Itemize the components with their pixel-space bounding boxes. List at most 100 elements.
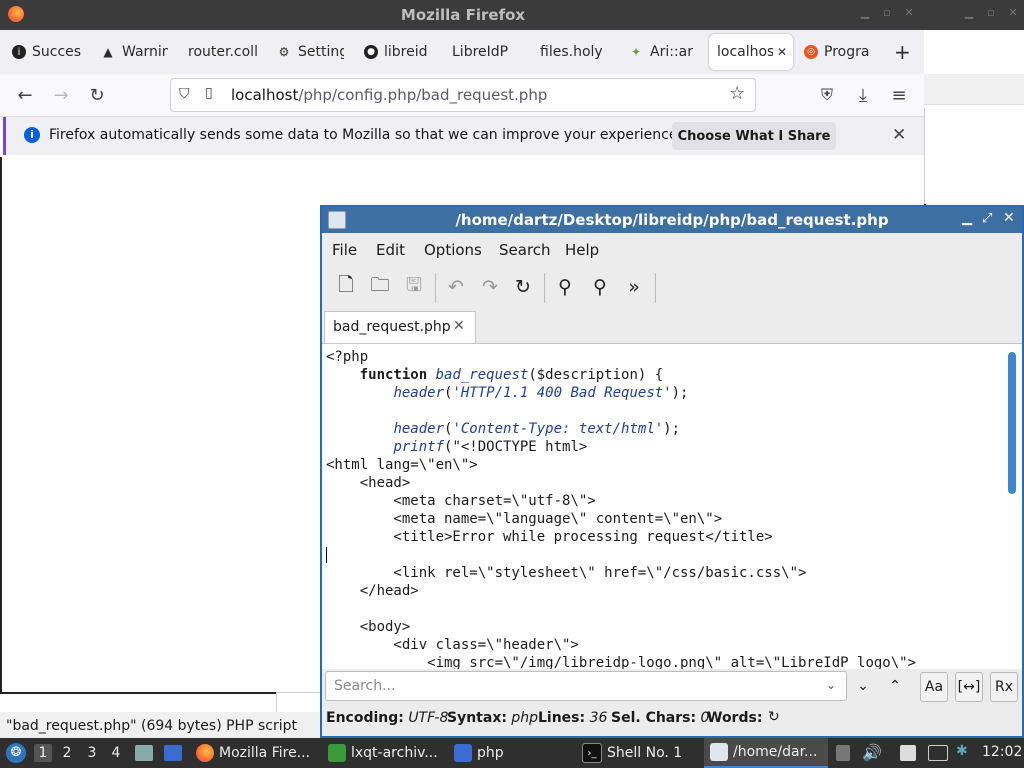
browser-tab-active[interactable]: localhos ✕ (709, 34, 793, 70)
code-line: </head> (326, 583, 419, 599)
save-icon[interactable]: 🖫 (400, 273, 428, 301)
taskbar-item-label: /home/dar... (733, 744, 818, 760)
downloads-icon[interactable]: ⤓ (850, 82, 876, 108)
minimize-icon[interactable]: ▁ (962, 6, 976, 20)
editor-titlebar: /home/dartz/Desktop/libreidp/php/bad_req… (322, 207, 1022, 233)
close-icon[interactable]: ✕ (1006, 6, 1020, 20)
tab-label: files.holy (540, 44, 603, 60)
taskbar-item[interactable]: php (454, 738, 504, 768)
open-folder-icon[interactable]: 🗀 (366, 273, 394, 301)
find-previous-icon[interactable]: ⌃ (882, 672, 908, 700)
browser-tab[interactable]: ✦ Ari::ar (628, 30, 696, 74)
taskbar-item-label: Shell No. 1 (607, 745, 683, 761)
browser-tab[interactable]: ● libreid (364, 30, 432, 74)
maximize-icon[interactable]: ▫ (880, 6, 894, 20)
close-notification-icon[interactable]: ✕ (892, 125, 906, 145)
find-icon[interactable]: ⚲ (551, 273, 579, 301)
desktop-3[interactable]: 3 (83, 744, 101, 762)
info-icon: i (24, 127, 40, 143)
new-tab-button[interactable]: + (894, 30, 914, 74)
code-line: <div class=\"header\"> (326, 637, 579, 653)
taskbar-item[interactable]: ›_ Shell No. 1 (582, 738, 682, 768)
toolbar-separator (435, 273, 436, 303)
desktop-2[interactable]: 2 (58, 744, 76, 762)
code-text[interactable]: <?php function bad_request($description)… (326, 348, 916, 669)
minimize-icon[interactable]: ▁ (858, 6, 872, 20)
choose-what-i-share-button[interactable]: Choose What I Share (672, 122, 836, 150)
menu-file[interactable]: File (332, 241, 357, 259)
browser-tab[interactable]: i Succes (12, 30, 82, 74)
terminal-icon: ›_ (582, 743, 602, 763)
search-input[interactable]: Search... ⌄ (325, 671, 847, 701)
notes-icon[interactable] (900, 745, 916, 761)
ubuntu-icon: ◎ (804, 45, 818, 59)
close-icon[interactable]: ✕ (902, 6, 916, 20)
more-icon[interactable]: » (620, 273, 648, 301)
browser-tab[interactable]: LibreIdP (452, 30, 522, 74)
tab-close-icon[interactable]: ✕ (453, 318, 465, 334)
show-desktop-icon[interactable] (164, 745, 182, 761)
regex-icon[interactable]: Rx (990, 672, 1018, 702)
pocket-icon[interactable]: ⛨ (814, 82, 840, 108)
taskbar-item[interactable]: Mozilla Fire... (196, 738, 310, 768)
browser-tab[interactable]: ⚙ Setting (276, 30, 344, 74)
code-editor[interactable]: <?php function bad_request($description)… (322, 343, 1022, 669)
bookmark-star-icon[interactable]: ☆ (729, 83, 745, 104)
app-menu-icon[interactable]: ❂ (6, 743, 26, 763)
replace-icon[interactable]: ⚲ (586, 273, 614, 301)
forward-button[interactable]: → (48, 82, 74, 108)
tab-label: Setting (298, 44, 344, 60)
new-file-icon[interactable]: 🗋 (332, 273, 360, 301)
browser-tab[interactable]: ▲ Warnin (100, 30, 168, 74)
code-line: <body> (326, 619, 411, 635)
clock[interactable]: 12:02 (982, 744, 1022, 760)
code-line: <head> (326, 475, 411, 491)
tab-close-icon[interactable]: ✕ (777, 45, 787, 59)
clipboard-icon[interactable] (836, 745, 850, 761)
chevron-down-icon[interactable]: ⌄ (826, 678, 836, 692)
menu-icon[interactable]: ≡ (886, 82, 912, 108)
menu-help[interactable]: Help (565, 241, 599, 259)
match-case-icon[interactable]: Aa (920, 672, 948, 702)
desktop-1[interactable]: 1 (34, 744, 52, 762)
code-line: <title>Error while processing request</t… (326, 529, 773, 545)
network-icon[interactable] (928, 745, 948, 761)
bird-icon: ✦ (630, 45, 642, 59)
taskbar-item[interactable]: lxqt-archiv... (328, 738, 438, 768)
volume-icon[interactable]: 🔊 (862, 743, 882, 762)
maximize-icon[interactable]: ⤢ (982, 211, 992, 226)
close-icon[interactable]: ✕ (1003, 210, 1015, 226)
toolbar-separator (655, 273, 656, 303)
tab-label: Progra (824, 44, 870, 60)
desktop-4[interactable]: 4 (107, 744, 125, 762)
reload-icon[interactable]: ↻ (509, 273, 537, 301)
encoding-status: Encoding: UTF-8 (326, 710, 449, 726)
browser-tab[interactable]: router.coll (188, 30, 258, 74)
taskbar-item-active[interactable]: /home/dar... (704, 738, 828, 768)
scrollbar-thumb[interactable] (1008, 352, 1016, 494)
reload-button[interactable]: ↻ (84, 82, 110, 108)
editor-tab[interactable]: bad_request.php ✕ (324, 311, 476, 344)
minimize-icon[interactable]: ▁ (962, 211, 972, 226)
maximize-icon[interactable]: ▫ (984, 6, 998, 20)
undo-icon[interactable]: ↶ (442, 273, 470, 301)
browser-tab[interactable]: ◎ Progra (804, 30, 874, 74)
words-status: Words: (707, 710, 763, 726)
file-manager-icon[interactable] (135, 745, 153, 761)
back-button[interactable]: ← (12, 82, 38, 108)
url-bar[interactable]: ⛉ ▯ localhost/php/config.php/bad_request… (170, 78, 756, 112)
toolbar-separator (544, 273, 545, 303)
whole-word-icon[interactable]: [↔] (955, 672, 983, 702)
editor-window: /home/dartz/Desktop/libreidp/php/bad_req… (320, 205, 1024, 738)
code-function: header (393, 385, 445, 401)
menu-options[interactable]: Options (424, 241, 482, 259)
code-keyword: function (359, 367, 428, 383)
menu-edit[interactable]: Edit (376, 241, 405, 259)
find-next-icon[interactable]: ⌄ (850, 672, 876, 700)
menu-search[interactable]: Search (499, 241, 551, 259)
browser-tab[interactable]: files.holy (540, 30, 608, 74)
shield-icon[interactable]: ⛉ (179, 86, 190, 102)
bluetooth-icon[interactable]: ✱ (956, 743, 968, 759)
refresh-words-icon[interactable]: ↻ (768, 709, 780, 725)
redo-icon[interactable]: ↷ (476, 273, 504, 301)
